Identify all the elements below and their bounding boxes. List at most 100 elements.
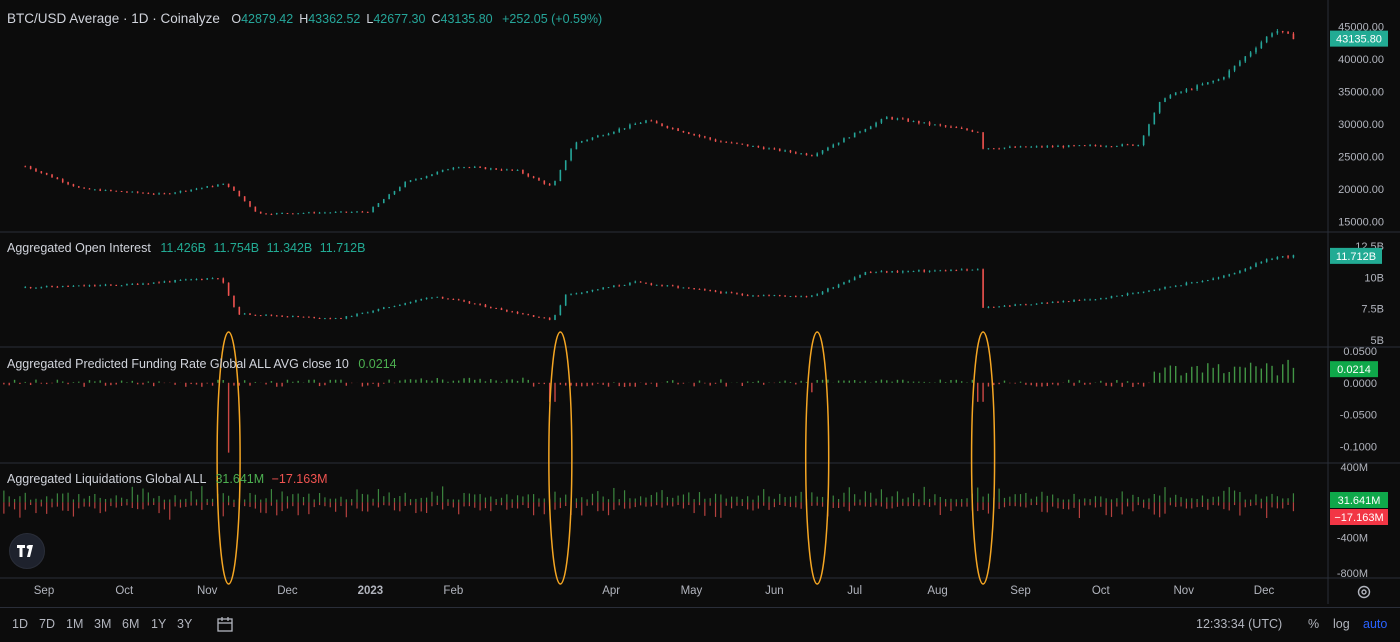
oi-candle [489, 307, 492, 309]
oi-candle [832, 287, 835, 289]
price-candle [506, 169, 508, 171]
oi-candle [120, 285, 123, 287]
price-last-label: 43135.80 [1336, 34, 1382, 46]
price-candle [891, 117, 893, 120]
oi-candle [1281, 256, 1284, 258]
range-7d[interactable]: 7D [39, 617, 55, 631]
price-candle [1051, 146, 1054, 148]
funding-axis-tick: 0.0500 [1343, 346, 1377, 358]
price-candle [661, 123, 663, 126]
price-candle [1110, 146, 1113, 148]
price-candle [447, 169, 449, 171]
oi-candle [1057, 301, 1059, 303]
oi-candle [1217, 277, 1220, 279]
price-candle [821, 150, 824, 154]
oi-candle [126, 283, 128, 286]
oi-candle [1099, 298, 1102, 300]
price-axis-tick: 35000.00 [1338, 87, 1384, 99]
price-candle [366, 211, 369, 213]
oi-candle [292, 316, 294, 318]
liq-last-label: −17.163M [1334, 512, 1383, 524]
price-axis-tick: 30000.00 [1338, 119, 1384, 131]
oi-candle [479, 304, 481, 306]
price-candle [811, 155, 813, 157]
oi-candle [1116, 295, 1118, 297]
oi-candle [971, 269, 974, 271]
price-candle [939, 124, 942, 126]
ohlc-val-o: 42879.42 [241, 12, 294, 26]
price-candle [275, 213, 278, 215]
oi-candle [72, 285, 75, 287]
oi-candle [559, 305, 562, 316]
oi-candle [511, 311, 514, 313]
oi-candle [538, 316, 540, 318]
price-candle [1025, 146, 1027, 148]
utc-clock[interactable]: 12:33:34 (UTC) [1196, 617, 1282, 631]
price-candle [704, 136, 706, 138]
oi-candle [1212, 278, 1214, 281]
price-candle [794, 152, 797, 154]
oi-candle [340, 318, 342, 320]
price-candle [1228, 70, 1231, 78]
annotation-ellipse-1 [548, 331, 573, 585]
price-candle [1287, 31, 1289, 34]
price-candle [682, 130, 685, 133]
price-candle [1196, 85, 1198, 90]
oi-candle [447, 298, 449, 300]
range-1m[interactable]: 1M [66, 617, 83, 631]
range-3m[interactable]: 3M [94, 617, 111, 631]
price-candle [1030, 146, 1033, 148]
x-axis-tick: Oct [115, 585, 134, 597]
oi-candle [393, 305, 396, 308]
price-candle [768, 148, 770, 150]
range-3y[interactable]: 3Y [177, 617, 192, 631]
range-1y[interactable]: 1Y [151, 617, 166, 631]
price-candle [848, 137, 851, 139]
price-axis-tick: 25000.00 [1338, 152, 1384, 164]
log-toggle[interactable]: log [1333, 617, 1350, 631]
oi-candle [671, 285, 674, 287]
price-candle [500, 169, 503, 171]
oi-candle [709, 289, 711, 291]
oi-candle [1223, 275, 1225, 278]
oi-candle [602, 287, 604, 290]
oi-candle [880, 271, 883, 273]
oi-candle [1078, 299, 1081, 301]
price-candle [77, 186, 80, 188]
price-candle [591, 137, 594, 140]
auto-toggle[interactable]: auto [1363, 617, 1387, 631]
price-candle [265, 213, 267, 215]
price-candle [1276, 30, 1279, 34]
settings-gear-icon[interactable] [1356, 584, 1372, 600]
oi-candle [297, 316, 299, 318]
range-1d[interactable]: 1D [12, 617, 28, 631]
tradingview-logo[interactable] [9, 533, 45, 569]
price-candle [1207, 82, 1209, 85]
oi-candle [907, 271, 909, 273]
oi-candle [163, 281, 166, 283]
oi-candle [955, 270, 958, 272]
price-candle [61, 179, 64, 183]
oi-candle [1233, 272, 1236, 275]
price-candle [613, 131, 615, 134]
oi-candle [939, 270, 942, 272]
price-candle [1073, 145, 1075, 147]
oi-candle [104, 284, 107, 286]
price-candle [1009, 146, 1011, 148]
price-candle [463, 167, 465, 169]
oi-candle [580, 292, 583, 294]
percent-toggle[interactable]: % [1308, 617, 1319, 631]
price-candle [1148, 124, 1150, 136]
price-candle [431, 174, 433, 177]
goto-date-calendar-icon[interactable] [216, 616, 234, 634]
price-candle [789, 150, 792, 153]
oi-candle [142, 283, 144, 285]
oi-candle [682, 287, 685, 289]
chart-canvas[interactable]: 45000.0040000.0035000.0030000.0025000.00… [0, 0, 1400, 641]
price-candle [757, 145, 760, 148]
oi-candle [1073, 299, 1075, 302]
range-6m[interactable]: 6M [122, 617, 139, 631]
price-change: +252.05 (+0.59%) [502, 12, 603, 26]
oi-candle [217, 278, 219, 280]
price-candle [1057, 146, 1059, 148]
